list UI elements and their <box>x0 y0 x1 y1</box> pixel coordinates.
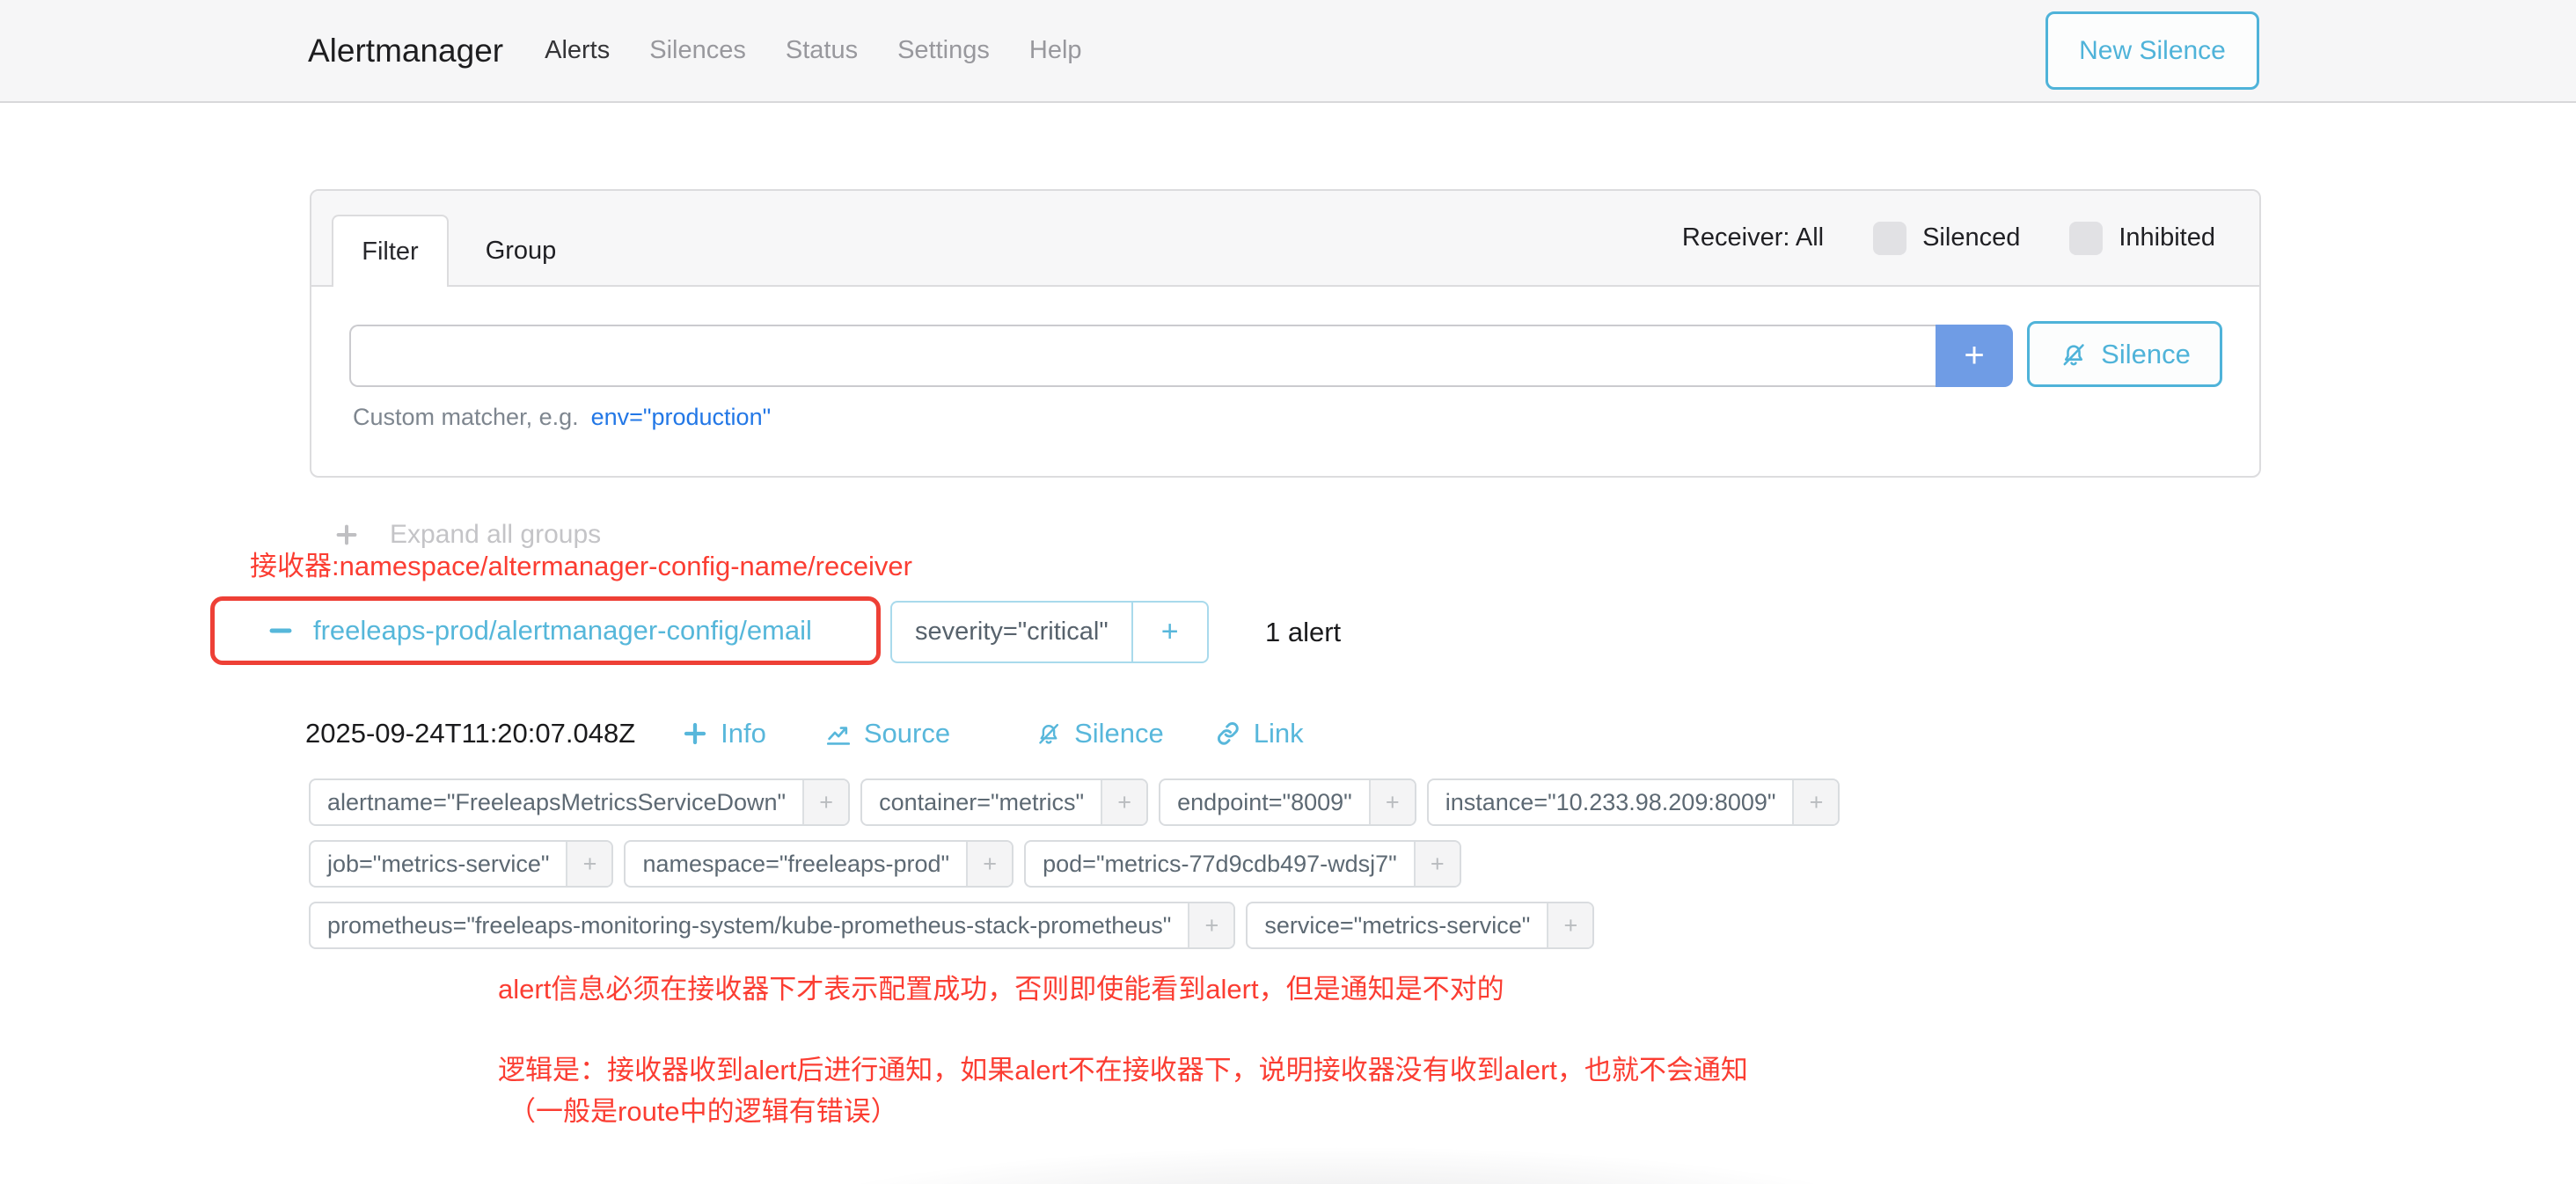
label-chip-add-button[interactable]: + <box>802 780 848 824</box>
alert-labels: alertname="FreeleapsMetricsServiceDown" … <box>309 778 1945 949</box>
annotation-logic-note-2: （一般是route中的逻辑有错误） <box>509 1089 898 1129</box>
silenced-label[interactable]: Silenced <box>1922 223 2020 252</box>
group-receiver-path: freeleaps-prod/alertmanager-config/email <box>313 615 812 647</box>
label-chip-text[interactable]: pod="metrics-77d9cdb497-wdsj7" <box>1026 842 1414 886</box>
severity-filter-add-button[interactable]: + <box>1131 603 1207 661</box>
matcher-hint: Custom matcher, e.g. env="production" <box>353 404 771 431</box>
alert-permalink[interactable]: Link <box>1214 718 1304 749</box>
filter-options: Receiver: All Silenced Inhibited <box>1682 191 2215 285</box>
annotation-highlight-box: freeleaps-prod/alertmanager-config/email <box>210 596 881 665</box>
bell-slash-icon <box>1035 720 1063 748</box>
silence-filter-button[interactable]: Silence <box>2027 321 2222 387</box>
label-chip: service="metrics-service" + <box>1246 902 1594 949</box>
label-chip: pod="metrics-77d9cdb497-wdsj7" + <box>1024 840 1461 888</box>
label-chip-add-button[interactable]: + <box>1101 780 1146 824</box>
label-chip: namespace="freeleaps-prod" + <box>624 840 1014 888</box>
silence-filter-label: Silence <box>2101 339 2191 370</box>
label-chip: container="metrics" + <box>860 778 1148 826</box>
nav-item-silences[interactable]: Silences <box>644 33 751 69</box>
annotation-alert-note: alert信息必须在接收器下才表示配置成功，否则即使能看到alert，但是通知是… <box>498 967 1504 1006</box>
new-silence-button[interactable]: New Silence <box>2045 11 2259 90</box>
nav-item-settings[interactable]: Settings <box>892 33 995 69</box>
alert-silence-label: Silence <box>1074 718 1164 749</box>
hint-example-link[interactable]: env="production" <box>591 404 772 430</box>
add-matcher-button[interactable]: + <box>1936 325 2013 387</box>
label-chip-add-button[interactable]: + <box>566 842 611 886</box>
label-chip-text[interactable]: container="metrics" <box>862 780 1101 824</box>
label-chip: prometheus="freeleaps-monitoring-system/… <box>309 902 1235 949</box>
label-chip-add-button[interactable]: + <box>1792 780 1838 824</box>
alert-source-link[interactable]: Source <box>824 718 950 749</box>
label-chip-text[interactable]: namespace="freeleaps-prod" <box>626 842 966 886</box>
label-chip-text[interactable]: instance="10.233.98.209:8009" <box>1429 780 1793 824</box>
nav-item-help[interactable]: Help <box>1024 33 1087 69</box>
severity-filter-label[interactable]: severity="critical" <box>892 603 1131 661</box>
label-chip: job="metrics-service" + <box>309 840 613 888</box>
alert-info-button[interactable]: Info <box>681 718 766 749</box>
group-receiver-link[interactable]: freeleaps-prod/alertmanager-config/email <box>266 615 812 647</box>
bell-slash-icon <box>2059 340 2089 369</box>
label-chip-add-button[interactable]: + <box>1369 780 1415 824</box>
alert-link-label: Link <box>1254 718 1304 749</box>
app-title[interactable]: Alertmanager <box>308 33 503 69</box>
group-alert-count: 1 alert <box>1265 601 1341 663</box>
matcher-input[interactable] <box>349 325 1936 387</box>
link-icon <box>1214 720 1242 748</box>
label-chip-text[interactable]: endpoint="8009" <box>1160 780 1369 824</box>
label-chip-text[interactable]: service="metrics-service" <box>1248 903 1547 947</box>
alertmanager-page: Alertmanager Alerts Silences Status Sett… <box>0 0 2576 1184</box>
inhibited-checkbox[interactable] <box>2069 222 2103 255</box>
alert-info-label: Info <box>721 718 766 749</box>
label-chip-text[interactable]: alertname="FreeleapsMetricsServiceDown" <box>311 780 802 824</box>
minus-icon <box>266 616 296 646</box>
annotation-receiver-note: 接收器:namespace/altermanager-config-name/r… <box>250 544 912 583</box>
alert-source-label: Source <box>864 718 950 749</box>
label-chip-text[interactable]: job="metrics-service" <box>311 842 566 886</box>
nav-item-alerts[interactable]: Alerts <box>539 33 615 69</box>
label-chip: instance="10.233.98.209:8009" + <box>1427 778 1841 826</box>
label-chip-add-button[interactable]: + <box>1547 903 1592 947</box>
label-chip: alertname="FreeleapsMetricsServiceDown" … <box>309 778 850 826</box>
top-navbar: Alertmanager Alerts Silences Status Sett… <box>0 0 2576 103</box>
label-chip-add-button[interactable]: + <box>1414 842 1460 886</box>
annotation-logic-note: 逻辑是：接收器收到alert后进行通知，如果alert不在接收器下，说明接收器没… <box>498 1048 1748 1087</box>
receiver-dropdown[interactable]: Receiver: All <box>1682 223 1824 252</box>
alert-timestamp: 2025-09-24T11:20:07.048Z <box>305 718 635 749</box>
nav-item-status[interactable]: Status <box>780 33 863 69</box>
bottom-shadow <box>598 1124 2076 1184</box>
group-filter-chip: severity="critical" + <box>890 601 1209 663</box>
tab-filter[interactable]: Filter <box>332 215 449 287</box>
alert-meta-row: 2025-09-24T11:20:07.048Z Info Source Sil… <box>305 713 1304 755</box>
label-chip-text[interactable]: prometheus="freeleaps-monitoring-system/… <box>311 903 1188 947</box>
hint-text: Custom matcher, e.g. <box>353 404 579 430</box>
label-chip: endpoint="8009" + <box>1159 778 1416 826</box>
inhibited-label[interactable]: Inhibited <box>2119 223 2215 252</box>
silenced-checkbox[interactable] <box>1873 222 1906 255</box>
plus-icon <box>681 720 709 748</box>
filter-panel: Filter Group Receiver: All Silenced Inhi… <box>310 189 2261 478</box>
label-chip-add-button[interactable]: + <box>966 842 1012 886</box>
label-chip-add-button[interactable]: + <box>1188 903 1233 947</box>
chart-line-icon <box>824 720 853 748</box>
tab-group[interactable]: Group <box>459 215 582 287</box>
main-nav: Alerts Silences Status Settings Help <box>539 33 1087 69</box>
alert-silence-button[interactable]: Silence <box>1035 718 1164 749</box>
